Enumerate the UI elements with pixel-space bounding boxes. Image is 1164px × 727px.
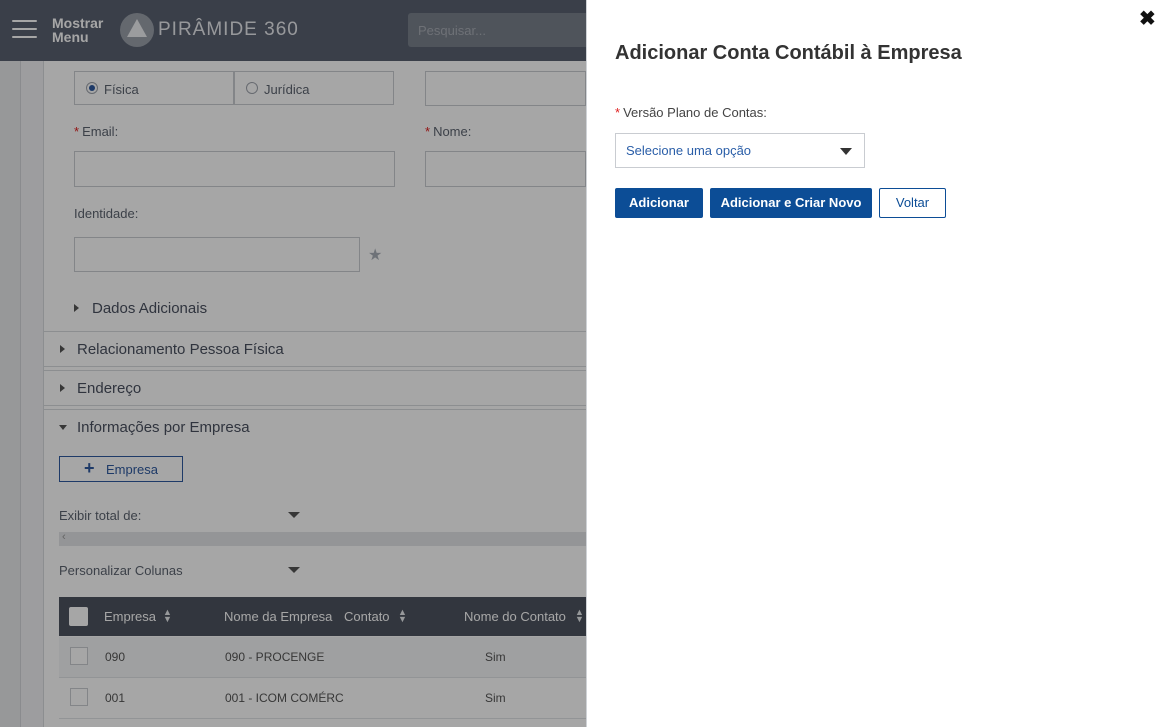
select-placeholder: Selecione uma opção [626,143,752,158]
add-and-new-button[interactable]: Adicionar e Criar Novo [710,188,872,218]
panel-title: Adicionar Conta Contábil à Empresa [615,42,962,64]
back-button[interactable]: Voltar [879,188,946,218]
modal-backdrop[interactable] [0,0,586,727]
add-button[interactable]: Adicionar [615,188,703,218]
chart-version-select[interactable]: Selecione uma opção [615,133,865,168]
chart-version-label: * Versão Plano de Contas: [615,105,767,120]
add-account-panel: ✖ Adicionar Conta Contábil à Empresa * Ve… [586,0,1164,727]
close-icon[interactable]: ✖ [1139,6,1156,31]
chevron-down-icon [840,148,852,155]
